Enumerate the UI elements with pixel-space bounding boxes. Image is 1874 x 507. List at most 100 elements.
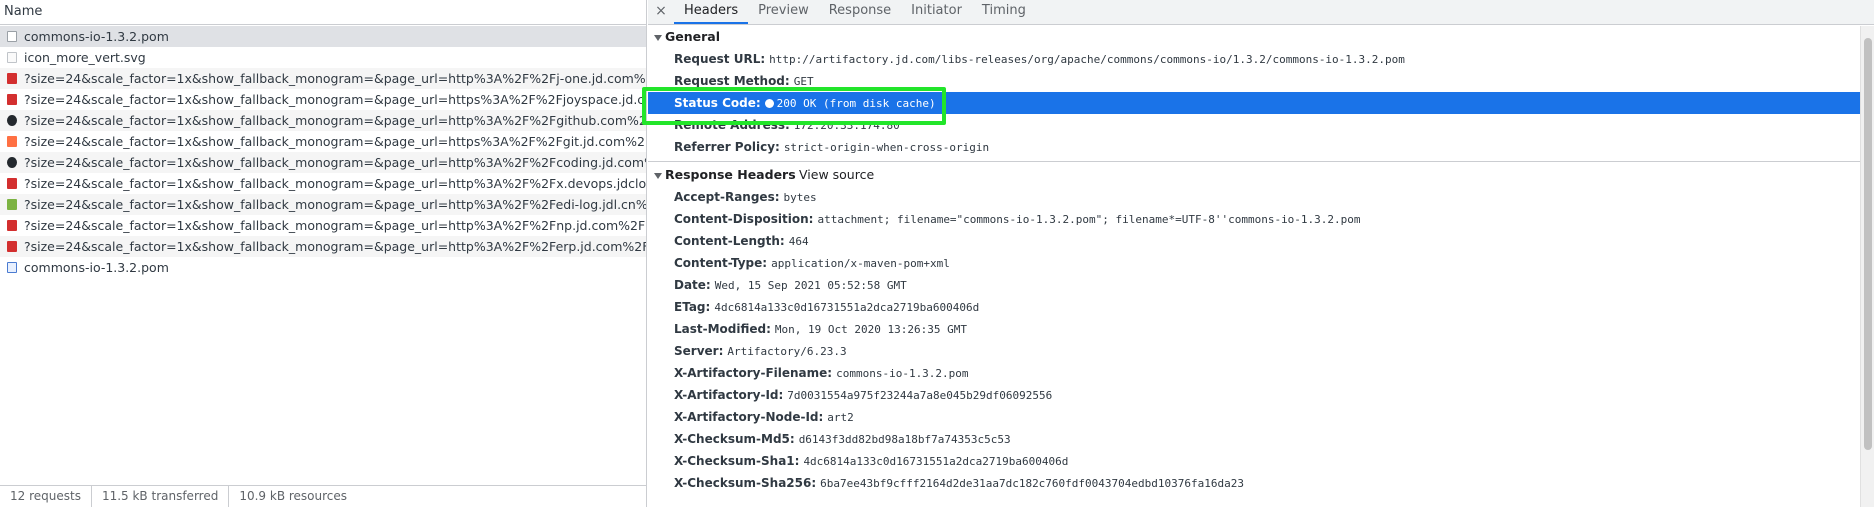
svg-file-icon [7, 52, 17, 63]
request-name: ?size=24&scale_factor=1x&show_fallback_m… [24, 71, 646, 86]
section-title: General [665, 29, 720, 44]
header-value: 4dc6814a133c0d16731551a2dca2719ba600406d [803, 455, 1069, 468]
request-row[interactable]: ?size=24&scale_factor=1x&show_fallback_m… [0, 89, 646, 110]
tab-headers[interactable]: Headers [674, 0, 749, 24]
header-key: X-Checksum-Md5: [674, 432, 795, 446]
request-row[interactable]: commons-io-1.3.2.pom [0, 257, 646, 278]
header-value: d6143f3dd82bd98a18bf7a74353c5c53 [798, 433, 1011, 446]
request-rows: commons-io-1.3.2.pom icon_more_vert.svg … [0, 26, 646, 278]
document-icon [7, 31, 17, 42]
header-key: X-Artifactory-Id: [674, 388, 784, 402]
header-key: Content-Type: [674, 256, 768, 270]
gitlab-icon [7, 136, 17, 147]
github-icon [7, 115, 17, 126]
header-value: Artifactory/6.23.3 [727, 345, 847, 358]
favicon-icon [7, 220, 17, 231]
response-header-row: Date: Wed, 15 Sep 2021 05:52:58 GMT [648, 274, 1860, 296]
status-code-highlight-box [642, 87, 946, 125]
response-header-row: X-Checksum-Sha256: 6ba7ee43bf9cfff2164d2d… [648, 472, 1860, 494]
referrer-policy-row: Referrer Policy: strict-origin-when-cross… [648, 136, 1860, 158]
header-key: Date: [674, 278, 711, 292]
tab-initiator[interactable]: Initiator [901, 0, 972, 24]
request-row[interactable]: ?size=24&scale_factor=1x&show_fallback_m… [0, 110, 646, 131]
request-name: ?size=24&scale_factor=1x&show_fallback_m… [24, 176, 646, 191]
request-name: commons-io-1.3.2.pom [24, 260, 169, 275]
section-divider [648, 161, 1860, 162]
response-header-row: Accept-Ranges: bytes [648, 186, 1860, 208]
header-value: art2 [827, 411, 854, 424]
response-headers-section-toggle[interactable]: Response Headers View source [648, 164, 1860, 186]
general-section-toggle[interactable]: General [648, 26, 1860, 48]
request-row[interactable]: ?size=24&scale_factor=1x&show_fallback_m… [0, 173, 646, 194]
header-key: Last-Modified: [674, 322, 771, 336]
request-details-panel: × Headers Preview Response Initiator Tim… [648, 0, 1874, 507]
header-key: Accept-Ranges: [674, 190, 780, 204]
header-value: attachment; filename="commons-io-1.3.2.p… [817, 213, 1361, 226]
response-header-row: Server: Artifactory/6.23.3 [648, 340, 1860, 362]
triangle-down-icon [654, 34, 662, 41]
request-row[interactable]: ?size=24&scale_factor=1x&show_fallback_m… [0, 215, 646, 236]
resources-size: 10.9 kB resources [239, 489, 348, 503]
request-name: commons-io-1.3.2.pom [24, 29, 169, 44]
header-value: 4dc6814a133c0d16731551a2dca2719ba600406d [714, 301, 980, 314]
name-column-header[interactable]: Name [0, 0, 646, 25]
header-value: commons-io-1.3.2.pom [836, 367, 969, 380]
header-key: X-Checksum-Sha1: [674, 454, 800, 468]
header-key: Request URL: [674, 52, 766, 66]
favicon-icon [7, 94, 17, 105]
header-value: 7d0031554a975f23244a7a8e045b29df06092556 [787, 389, 1053, 402]
request-row[interactable]: ?size=24&scale_factor=1x&show_fallback_m… [0, 194, 646, 215]
tab-timing[interactable]: Timing [972, 0, 1036, 24]
tab-response[interactable]: Response [819, 0, 901, 24]
header-value: bytes [783, 191, 817, 204]
favicon-icon [7, 73, 17, 84]
request-row[interactable]: ?size=24&scale_factor=1x&show_fallback_m… [0, 236, 646, 257]
response-header-row: Content-Disposition: attachment; filename… [648, 208, 1860, 230]
header-value: http://artifactory.jd.com/libs-releases/… [769, 53, 1405, 66]
document-icon [7, 262, 17, 273]
request-count: 12 requests [10, 486, 92, 507]
request-name: ?size=24&scale_factor=1x&show_fallback_m… [24, 134, 646, 149]
transferred-size: 11.5 kB transferred [102, 486, 230, 507]
favicon-icon [7, 178, 17, 189]
scrollbar-thumb[interactable] [1864, 38, 1872, 450]
header-value: strict-origin-when-cross-origin [783, 141, 990, 154]
details-tabbar: × Headers Preview Response Initiator Tim… [648, 0, 1874, 25]
response-header-row: X-Artifactory-Filename: commons-io-1.3.2.… [648, 362, 1860, 384]
request-row[interactable]: ?size=24&scale_factor=1x&show_fallback_m… [0, 152, 646, 173]
header-key: Request Method: [674, 74, 790, 88]
header-key: ETag: [674, 300, 711, 314]
header-key: Content-Length: [674, 234, 785, 248]
response-header-row: Last-Modified: Mon, 19 Oct 2020 13:26:35 … [648, 318, 1860, 340]
details-scrollbar[interactable] [1860, 26, 1874, 507]
header-value: application/x-maven-pom+xml [771, 257, 950, 270]
response-header-row: X-Checksum-Sha1: 4dc6814a133c0d16731551a2… [648, 450, 1860, 472]
request-name: ?size=24&scale_factor=1x&show_fallback_m… [24, 239, 646, 254]
view-source-link[interactable]: View source [799, 164, 874, 186]
section-title: Response Headers [665, 167, 796, 182]
header-value: 464 [788, 235, 809, 248]
response-header-row: X-Artifactory-Node-Id: art2 [648, 406, 1860, 428]
request-name: ?size=24&scale_factor=1x&show_fallback_m… [24, 155, 646, 170]
response-header-row: X-Artifactory-Id: 7d0031554a975f23244a7a8… [648, 384, 1860, 406]
header-value: Mon, 19 Oct 2020 13:26:35 GMT [774, 323, 967, 336]
header-key: X-Artifactory-Node-Id: [674, 410, 824, 424]
response-header-row: Content-Type: application/x-maven-pom+xml [648, 252, 1860, 274]
header-key: X-Checksum-Sha256: [674, 476, 817, 490]
request-row[interactable]: commons-io-1.3.2.pom [0, 26, 646, 47]
favicon-icon [7, 157, 17, 168]
header-key: X-Artifactory-Filename: [674, 366, 833, 380]
triangle-down-icon [654, 172, 662, 179]
close-icon[interactable]: × [648, 0, 674, 24]
header-key: Server: [674, 344, 724, 358]
header-value: 6ba7ee43bf9cfff2164d2de31aa7dc182c760fdf… [820, 477, 1244, 490]
request-row[interactable]: ?size=24&scale_factor=1x&show_fallback_m… [0, 68, 646, 89]
response-header-row: ETag: 4dc6814a133c0d16731551a2dca2719ba60… [648, 296, 1860, 318]
favicon-icon [7, 241, 17, 252]
request-name: icon_more_vert.svg [24, 50, 146, 65]
header-value: Wed, 15 Sep 2021 05:52:58 GMT [714, 279, 907, 292]
request-row[interactable]: ?size=24&scale_factor=1x&show_fallback_m… [0, 131, 646, 152]
response-header-row: Content-Length: 464 [648, 230, 1860, 252]
request-row[interactable]: icon_more_vert.svg [0, 47, 646, 68]
tab-preview[interactable]: Preview [748, 0, 819, 24]
